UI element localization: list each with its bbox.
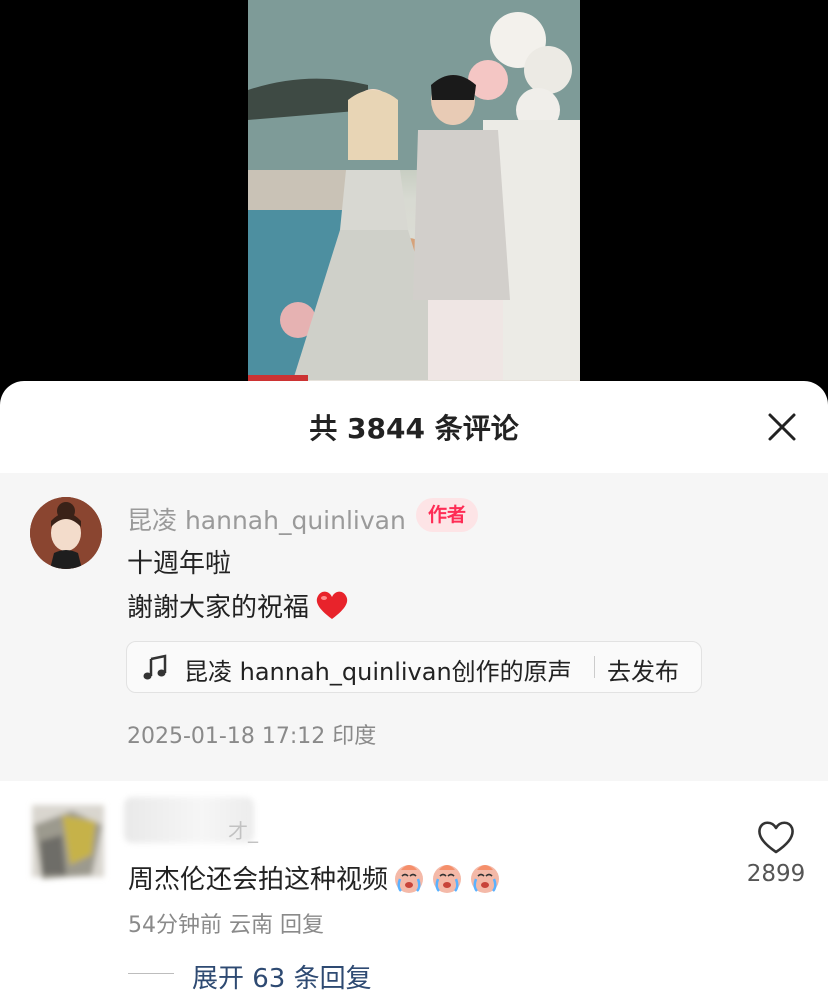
publish-button[interactable]: 去发布 <box>607 652 679 687</box>
chip-divider <box>594 656 595 678</box>
reply-button[interactable]: 回复 <box>280 913 324 938</box>
author-comment-line2-text: 謝謝大家的祝福 <box>127 593 310 623</box>
crying-face-icon <box>392 861 426 902</box>
red-heart-icon <box>315 589 349 628</box>
sheet-header: 共 3844 条评论 <box>0 381 828 473</box>
avatar[interactable] <box>22 795 114 887</box>
crying-face-icon <box>468 861 502 902</box>
comment-sheet: 共 3844 条评论 昆凌 hannah_quinlivan 作者 十週年啦 謝… <box>0 381 828 1005</box>
original-sound-chip[interactable]: 昆凌 hannah_quinlivan创作的原声 去发布 <box>126 641 702 693</box>
author-comment-line2: 謝謝大家的祝福 <box>127 587 349 628</box>
author-badge: 作者 <box>416 498 479 532</box>
video-frame[interactable] <box>248 0 580 400</box>
expand-replies-button[interactable]: 展开 63 条回复 <box>192 958 372 995</box>
author-avatar[interactable] <box>30 497 102 569</box>
username-visible-part: 才_ <box>228 819 258 843</box>
comment-location: 云南 <box>229 913 274 938</box>
heart-icon[interactable] <box>754 815 798 859</box>
video-player[interactable] <box>0 0 828 400</box>
author-comment[interactable]: 昆凌 hannah_quinlivan 作者 十週年啦 謝謝大家的祝福 昆凌 h… <box>0 473 828 781</box>
close-icon[interactable] <box>764 409 800 445</box>
expand-divider <box>128 973 174 974</box>
comment-time: 54分钟前 <box>128 913 222 938</box>
original-sound-label[interactable]: 昆凌 hannah_quinlivan创作的原声 <box>184 652 572 687</box>
comment-text-body: 周杰伦还会拍这种视频 <box>128 865 389 895</box>
comment-count-title: 共 3844 条评论 <box>309 412 519 445</box>
comment-meta: 54分钟前 云南 回复 <box>128 907 324 939</box>
author-comment-meta: 2025-01-18 17:12 印度 <box>127 724 377 749</box>
crying-face-icon <box>430 861 464 902</box>
video-thumbnail <box>248 0 580 400</box>
comment-text: 周杰伦还会拍这种视频 <box>128 859 502 902</box>
author-username[interactable]: 昆凌 hannah_quinlivan <box>127 501 406 537</box>
music-note-icon <box>141 654 169 682</box>
comment-item[interactable]: 才_ 周杰伦还会拍这种视频 54分钟前 云南 回复 2899 展开 63 条回复 <box>0 781 828 1005</box>
author-comment-line1: 十週年啦 <box>127 549 232 579</box>
like-count: 2899 <box>746 861 806 887</box>
